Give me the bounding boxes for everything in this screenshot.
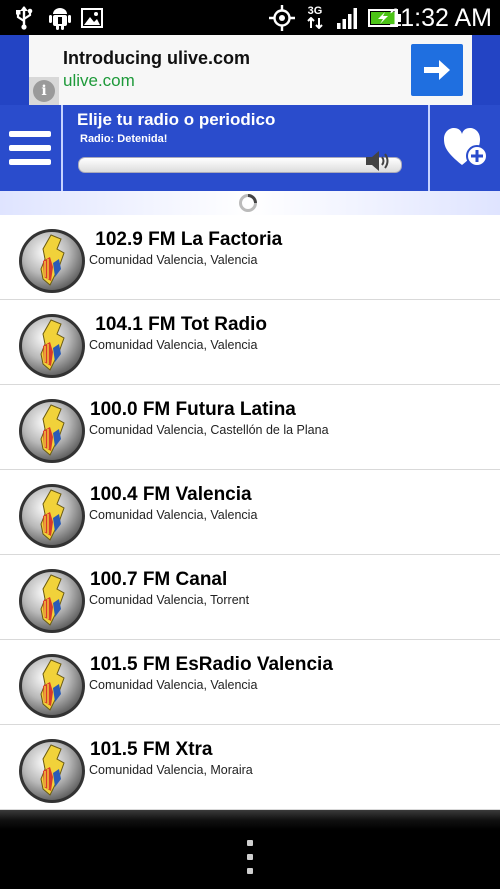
- valencia-emblem-icon: [17, 652, 87, 720]
- speaker-icon[interactable]: [364, 149, 390, 173]
- station-city: Valencia: [210, 338, 258, 352]
- hamburger-menu-icon: [9, 145, 51, 151]
- gps-icon: [268, 4, 296, 31]
- navigation-bar: [0, 810, 500, 889]
- menu-button[interactable]: [0, 107, 60, 189]
- station-row[interactable]: 101.5 FM Xtra Comunidad Valencia, Moraira: [0, 725, 500, 810]
- valencia-emblem-icon: [17, 567, 87, 635]
- image-icon: [80, 5, 104, 30]
- overflow-dot-icon: [247, 868, 253, 874]
- station-name: 102.9 FM La Factoria: [90, 229, 283, 250]
- station-location: Comunidad Valencia, Castellón de la Plan…: [89, 423, 329, 437]
- clock: 11:32 AM: [388, 4, 492, 32]
- station-name: 100.0 FM Futura Latina: [90, 399, 296, 420]
- divider: [61, 105, 63, 191]
- player-status: Radio: Detenida!: [80, 133, 168, 145]
- station-row[interactable]: 100.7 FM Canal Comunidad Valencia, Torren…: [0, 555, 500, 640]
- valencia-emblem-icon: [17, 227, 87, 295]
- station-region: Comunidad Valencia: [89, 678, 204, 692]
- valencia-emblem-icon: [17, 737, 87, 805]
- usb-icon: [12, 5, 36, 30]
- station-city: Torrent: [210, 593, 250, 607]
- station-row[interactable]: 104.1 FM Tot Radio Comunidad Valencia, Va…: [0, 300, 500, 385]
- station-city: Castellón de la Plana: [210, 423, 329, 437]
- station-row[interactable]: 100.4 FM Valencia Comunidad Valencia, Val…: [0, 470, 500, 555]
- overflow-menu-button[interactable]: [244, 840, 256, 874]
- station-city: Valencia: [210, 253, 258, 267]
- ad-title: Introducing ulive.com: [63, 48, 251, 68]
- station-region: Comunidad Valencia: [89, 508, 204, 522]
- station-location: Comunidad Valencia, Valencia: [89, 338, 257, 352]
- hamburger-menu-icon: [9, 159, 51, 165]
- signal-icon: [335, 5, 361, 30]
- status-bar: 3G 11:32 AM: [0, 0, 500, 35]
- valencia-emblem-icon: [17, 312, 87, 380]
- ad-url: ulive.com: [63, 71, 135, 90]
- station-region: Comunidad Valencia: [89, 423, 204, 437]
- station-region: Comunidad Valencia: [89, 253, 204, 267]
- station-city: Valencia: [210, 508, 258, 522]
- station-name: 100.7 FM Canal: [90, 569, 228, 590]
- station-city: Moraira: [210, 763, 253, 777]
- station-list: 102.9 FM La Factoria Comunidad Valencia, …: [0, 215, 500, 810]
- ad-banner[interactable]: Introducing ulive.com ulive.com i: [29, 35, 472, 106]
- ad-info-icon[interactable]: i: [33, 80, 55, 102]
- station-location: Comunidad Valencia, Moraira: [89, 763, 253, 777]
- app-header: Elije tu radio o periodico Radio: Deteni…: [0, 105, 500, 191]
- loading-spinner-icon: [239, 194, 257, 212]
- ad-banner-frame: Introducing ulive.com ulive.com i: [0, 35, 500, 106]
- volume-slider[interactable]: [78, 157, 402, 173]
- station-row[interactable]: 102.9 FM La Factoria Comunidad Valencia, …: [0, 215, 500, 300]
- android-debug-icon: [48, 5, 72, 30]
- station-name: 104.1 FM Tot Radio: [90, 314, 268, 335]
- station-name: 101.5 FM Xtra: [90, 739, 213, 760]
- station-location: Comunidad Valencia, Valencia: [89, 508, 257, 522]
- station-row[interactable]: 100.0 FM Futura Latina Comunidad Valencia…: [0, 385, 500, 470]
- overflow-dot-icon: [247, 854, 253, 860]
- station-region: Comunidad Valencia: [89, 593, 204, 607]
- hamburger-menu-icon: [9, 131, 51, 137]
- station-row[interactable]: 101.5 FM EsRadio Valencia Comunidad Valen…: [0, 640, 500, 725]
- station-city: Valencia: [210, 678, 258, 692]
- valencia-emblem-icon: [17, 397, 87, 465]
- heart-add-icon: [444, 128, 488, 167]
- station-region: Comunidad Valencia: [89, 338, 204, 352]
- station-name: 100.4 FM Valencia: [90, 484, 252, 505]
- station-location: Comunidad Valencia, Torrent: [89, 593, 249, 607]
- page-title: Elije tu radio o periodico: [77, 110, 276, 129]
- add-favorite-button[interactable]: [432, 105, 500, 191]
- network-3g-icon: 3G: [303, 5, 327, 30]
- station-region: Comunidad Valencia: [89, 763, 204, 777]
- divider: [428, 105, 430, 191]
- station-location: Comunidad Valencia, Valencia: [89, 678, 257, 692]
- valencia-emblem-icon: [17, 482, 87, 550]
- station-name: 101.5 FM EsRadio Valencia: [90, 654, 333, 675]
- station-location: Comunidad Valencia, Valencia: [89, 253, 257, 267]
- ad-open-button[interactable]: [411, 44, 463, 96]
- loading-strip: [0, 191, 500, 215]
- overflow-dot-icon: [247, 840, 253, 846]
- arrow-right-icon: [424, 60, 450, 80]
